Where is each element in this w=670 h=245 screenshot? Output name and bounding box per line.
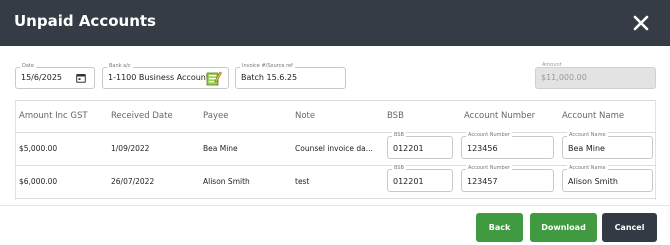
- table-row: $6,000.00 26/07/2022 Alison Smith test B…: [15, 165, 656, 199]
- bsb-input-label: BSB: [392, 165, 406, 172]
- account-name-input-value: Bea Mine: [568, 144, 605, 153]
- cell-amount: $6,000.00: [19, 177, 58, 186]
- modal-title: Unpaid Accounts: [14, 12, 156, 30]
- cell-note: Counsel invoice da...: [295, 144, 373, 153]
- amount-value: $11,000.00: [541, 73, 587, 82]
- cell-received-date: 26/07/2022: [111, 177, 155, 186]
- account-number-input[interactable]: Account Number 123456: [461, 132, 554, 159]
- header-account-number: Account Number: [464, 111, 536, 121]
- accounts-table: Amount Inc GST Received Date Payee Note …: [15, 100, 656, 200]
- calendar-icon[interactable]: [76, 73, 86, 83]
- bank-account-label: Bank a/c: [107, 62, 133, 70]
- account-number-input-value: 123457: [467, 177, 498, 186]
- close-icon[interactable]: [632, 14, 650, 32]
- header-bsb: BSB: [387, 111, 404, 121]
- bsb-input-value: 012201: [393, 144, 424, 153]
- header-account-name: Account Name: [562, 111, 625, 121]
- account-name-input[interactable]: Account Name Bea Mine: [562, 132, 653, 159]
- account-number-input-label: Account Number: [466, 165, 512, 172]
- bsb-input[interactable]: BSB 012201: [387, 132, 453, 159]
- cell-received-date: 1/09/2022: [111, 144, 150, 153]
- invoice-ref-label: Invoice #/Source ref: [240, 62, 295, 70]
- account-name-input[interactable]: Account Name Alison Smith: [562, 165, 653, 192]
- unpaid-accounts-modal: Unpaid Accounts Date 15/6/2025 Bank a/c …: [0, 0, 670, 245]
- date-field-label: Date: [20, 62, 36, 70]
- bank-account-value: 1-1100 Business Account: [108, 73, 209, 82]
- header-received-date: Received Date: [111, 111, 173, 121]
- bank-account-field[interactable]: Bank a/c 1-1100 Business Account: [102, 62, 229, 89]
- date-field-value: 15/6/2025: [21, 73, 63, 82]
- header-note: Note: [295, 111, 316, 121]
- invoice-ref-value: Batch 15.6.25: [241, 73, 298, 82]
- header-payee: Payee: [203, 111, 229, 121]
- bsb-input[interactable]: BSB 012201: [387, 165, 453, 192]
- account-name-input-value: Alison Smith: [568, 177, 618, 186]
- bsb-input-label: BSB: [392, 132, 406, 139]
- cell-note: test: [295, 177, 310, 186]
- cancel-button[interactable]: Cancel: [602, 213, 657, 242]
- account-name-input-label: Account Name: [567, 165, 608, 172]
- cell-amount: $5,000.00: [19, 144, 58, 153]
- back-button[interactable]: Back: [476, 213, 523, 242]
- header-amount: Amount Inc GST: [19, 111, 88, 121]
- bsb-input-value: 012201: [393, 177, 424, 186]
- amount-field: Amount $11,000.00: [535, 62, 656, 89]
- table-header-row: Amount Inc GST Received Date Payee Note …: [15, 101, 656, 133]
- bank-ledger-icon[interactable]: [206, 70, 222, 86]
- modal-header: Unpaid Accounts: [0, 0, 670, 46]
- account-number-input[interactable]: Account Number 123457: [461, 165, 554, 192]
- invoice-ref-field[interactable]: Invoice #/Source ref Batch 15.6.25: [235, 62, 346, 89]
- account-name-input-label: Account Name: [567, 132, 608, 139]
- date-field[interactable]: Date 15/6/2025: [15, 62, 95, 89]
- account-number-input-value: 123456: [467, 144, 498, 153]
- cell-payee: Bea Mine: [203, 144, 238, 153]
- amount-label: Amount: [542, 62, 562, 68]
- cell-payee: Alison Smith: [203, 177, 250, 186]
- account-number-input-label: Account Number: [466, 132, 512, 139]
- footer-divider: [0, 205, 670, 206]
- download-button[interactable]: Download: [530, 213, 597, 242]
- table-row: $5,000.00 1/09/2022 Bea Mine Counsel inv…: [15, 132, 656, 166]
